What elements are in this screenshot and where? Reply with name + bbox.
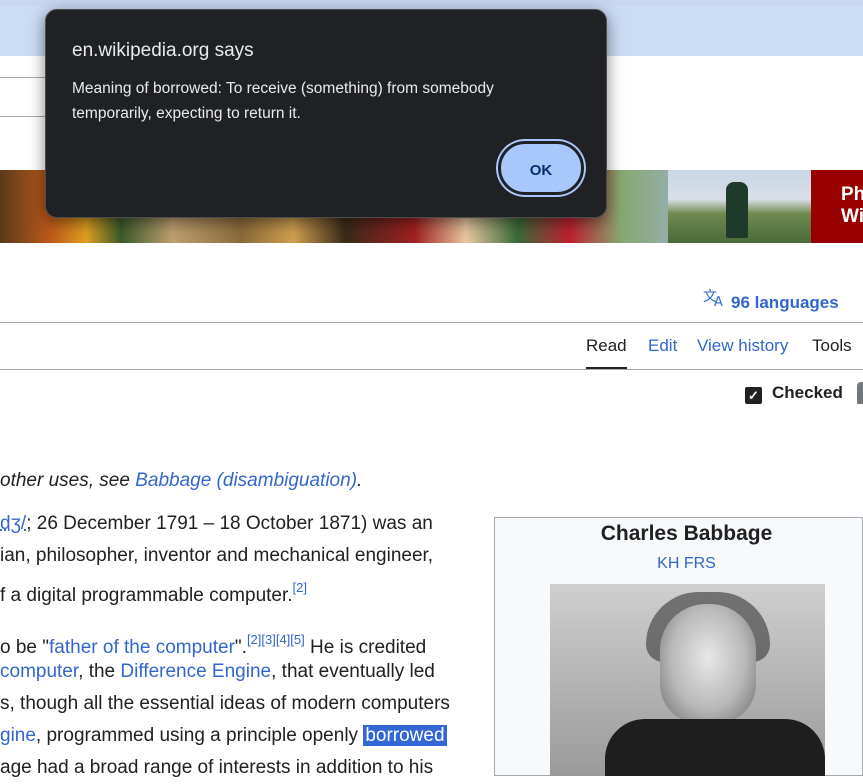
svg-text:A: A: [714, 295, 723, 308]
article-text: o be ": [0, 637, 50, 658]
article-line: computer, the Difference Engine, that ev…: [0, 656, 435, 688]
translate-icon: 文A: [703, 286, 731, 313]
tab-view-history[interactable]: View history: [697, 336, 788, 356]
article-text: , the: [78, 661, 121, 682]
banner-panel-text-2: Wi: [841, 206, 863, 227]
banner-panel-text-1: Ph: [841, 184, 863, 205]
tab-edit[interactable]: Edit: [648, 336, 677, 356]
language-label: 96 languages: [731, 293, 839, 312]
hatnote: other uses, see Babbage (disambiguation)…: [0, 470, 362, 492]
alert-dialog: en.wikipedia.org says Meaning of borrowe…: [45, 9, 607, 218]
article-text: ; 26 December 1791 – 18 October 1871) wa…: [26, 513, 433, 534]
infobox-subtitle[interactable]: KH FRS: [494, 555, 863, 573]
checkbox-checked-icon: ✓: [745, 387, 762, 404]
infobox-title: Charles Babbage: [600, 522, 773, 545]
hatnote-suffix: .: [357, 470, 363, 491]
tab-read[interactable]: Read: [586, 336, 627, 356]
article-line: ian, philosopher, inventor and mechanica…: [0, 545, 434, 566]
review-status-label: Checked: [772, 383, 843, 402]
reference-link[interactable]: [2]: [293, 580, 307, 595]
computer-link[interactable]: computer: [0, 661, 78, 682]
divider: [0, 77, 46, 78]
portrait-face: [660, 604, 756, 724]
selected-word[interactable]: borrowed: [363, 725, 447, 746]
hatnote-text: other uses, see: [0, 470, 136, 491]
article-line: s, though all the essential ideas of mod…: [0, 693, 450, 714]
lock-icon: [857, 382, 863, 404]
dialog-message: Meaning of borrowed: To receive (somethi…: [72, 80, 494, 122]
tabs-divider: [0, 369, 863, 370]
hatnote-link[interactable]: Babbage (disambiguation): [135, 470, 357, 491]
pronunciation-link[interactable]: dʒ/: [0, 513, 26, 534]
banner-panel[interactable]: Ph Wi: [811, 170, 863, 243]
article-text: ".: [234, 637, 247, 658]
analytical-engine-link[interactable]: gine: [0, 725, 36, 746]
title-divider: [0, 322, 863, 323]
article-text: , programmed using a principle openly: [35, 725, 364, 746]
article-text: , that eventually led: [271, 661, 435, 682]
article-line: gine, programmed using a principle openl…: [0, 720, 447, 752]
difference-engine-link[interactable]: Difference Engine: [120, 661, 271, 682]
article-line: f a digital programmable computer.[2]: [0, 572, 307, 612]
language-button[interactable]: 文A 96 languages: [703, 286, 839, 313]
tab-tools[interactable]: Tools: [812, 336, 852, 356]
portrait-coat: [605, 719, 825, 776]
article-line: age had a broad range of interests in ad…: [0, 757, 434, 778]
review-status[interactable]: ✓ Checked: [745, 383, 843, 404]
article-text: He is credited: [304, 637, 427, 658]
ok-button[interactable]: OK: [498, 141, 584, 195]
divider: [0, 116, 46, 117]
banner-figure: [726, 182, 748, 238]
portrait-image[interactable]: [550, 584, 825, 776]
reference-link[interactable]: [2][3][4][5]: [247, 632, 305, 647]
article-text: f a digital programmable computer.: [0, 585, 293, 606]
father-of-computer-link[interactable]: father of the computer: [49, 637, 235, 658]
dialog-title: en.wikipedia.org says: [72, 40, 254, 61]
article-line: dʒ/; 26 December 1791 – 18 October 1871)…: [0, 508, 433, 540]
